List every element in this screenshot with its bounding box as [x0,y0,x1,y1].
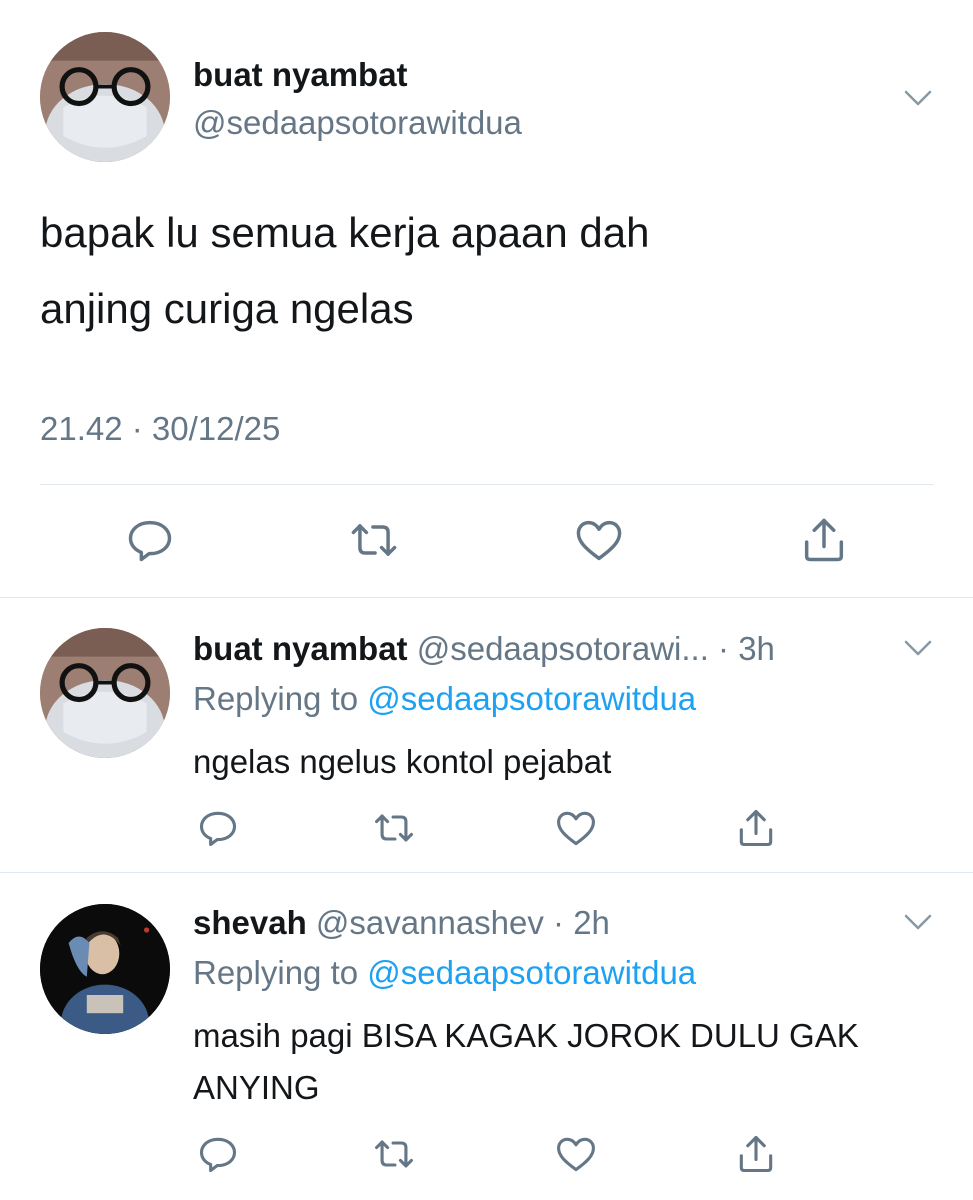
retweet-icon[interactable] [372,1132,416,1176]
like-icon[interactable] [554,806,598,850]
share-icon[interactable] [734,1132,778,1176]
reply-icon[interactable] [124,514,176,566]
tweet-text-line: anjing curiga ngelas [40,285,414,332]
like-icon[interactable] [554,1132,598,1176]
reply-header: buat nyambat @sedaapsotorawi... · 3h [193,630,775,668]
share-icon[interactable] [734,806,778,850]
like-icon[interactable] [573,514,625,566]
avatar-photo [40,904,170,1034]
mention-link[interactable]: @sedaapsotorawitdua [367,954,696,991]
reply-text: masih pagi BISA KAGAK JOROK DULU GAK ANY… [193,1017,859,1106]
avatar-photo [40,32,170,162]
reply-header: shevah @savannashev · 2h [193,904,610,942]
replying-to: Replying to @sedaapsotorawitdua [193,954,696,992]
reply-avatar[interactable] [40,628,170,758]
chevron-down-icon[interactable] [903,912,933,932]
author-name[interactable]: buat nyambat [193,56,408,94]
author-handle[interactable]: @sedaapsotorawitdua [193,104,522,142]
divider [0,872,973,873]
chevron-down-icon[interactable] [903,88,933,108]
tweet-timestamp[interactable]: 21.42 · 30/12/25 [40,410,280,448]
reply-text: ngelas ngelus kontol pejabat [193,743,612,780]
share-icon[interactable] [798,514,850,566]
chevron-down-icon[interactable] [903,638,933,658]
replying-to: Replying to @sedaapsotorawitdua [193,680,696,718]
author-avatar[interactable] [40,32,170,162]
mention-link[interactable]: @sedaapsotorawitdua [367,680,696,717]
replying-label: Replying to [193,954,359,991]
reply-meta[interactable]: @sedaapsotorawi... · 3h [417,630,775,667]
reply-meta[interactable]: @savannashev · 2h [316,904,610,941]
divider [40,484,934,485]
reply-icon[interactable] [196,1132,240,1176]
divider [0,597,973,598]
retweet-icon[interactable] [348,514,400,566]
avatar-photo [40,628,170,758]
tweet-text-line: bapak lu semua kerja apaan dah [40,209,650,256]
reply-avatar[interactable] [40,904,170,1034]
tweet-text: bapak lu semua kerja apaan dah anjing cu… [40,212,920,364]
replying-label: Replying to [193,680,359,717]
retweet-icon[interactable] [372,806,416,850]
reply-author-name[interactable]: buat nyambat [193,630,408,667]
reply-icon[interactable] [196,806,240,850]
reply-author-name[interactable]: shevah [193,904,307,941]
